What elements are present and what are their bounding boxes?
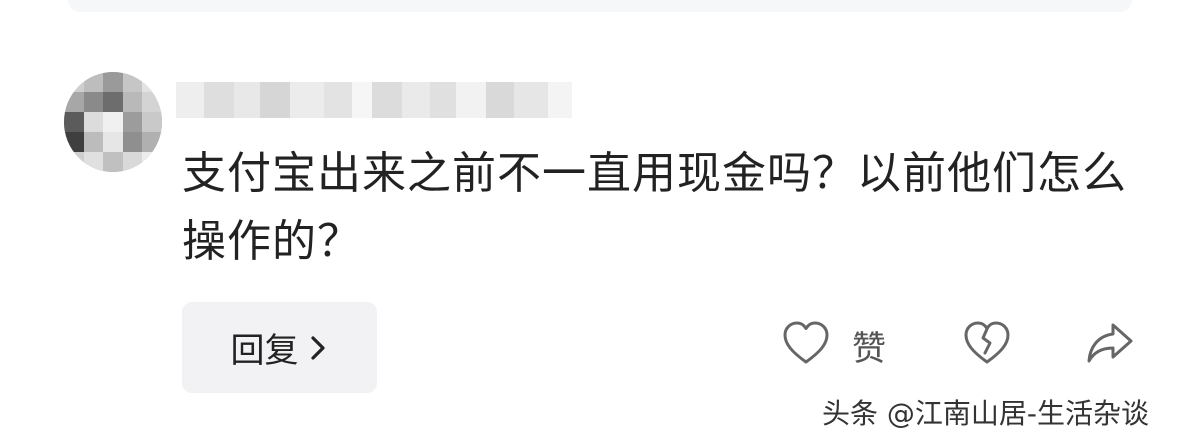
- like-button[interactable]: 赞: [782, 320, 886, 370]
- heart-outline-icon: [782, 320, 830, 370]
- comment-text: 支付宝出来之前不一直用现金吗？以前他们怎么操作的？: [182, 148, 1127, 267]
- like-label: 赞: [852, 328, 886, 369]
- watermark: 头条 @江南山居-生活杂谈: [822, 397, 1150, 430]
- broken-heart-icon: [963, 320, 1011, 370]
- share-button[interactable]: [1085, 320, 1135, 370]
- previous-comment-card: [68, 0, 1132, 12]
- username-blurred[interactable]: [176, 82, 572, 118]
- share-arrow-icon: [1085, 320, 1135, 370]
- reply-label: 回复: [230, 331, 299, 371]
- comment-item: 支付宝出来之前不一直用现金吗？以前他们怎么操作的？ 回复 赞 头条 @江南山居-…: [0, 0, 1200, 438]
- chevron-right-icon: [307, 334, 329, 362]
- avatar[interactable]: [64, 72, 162, 172]
- reply-button[interactable]: 回复: [182, 302, 377, 393]
- dislike-button[interactable]: [963, 320, 1011, 370]
